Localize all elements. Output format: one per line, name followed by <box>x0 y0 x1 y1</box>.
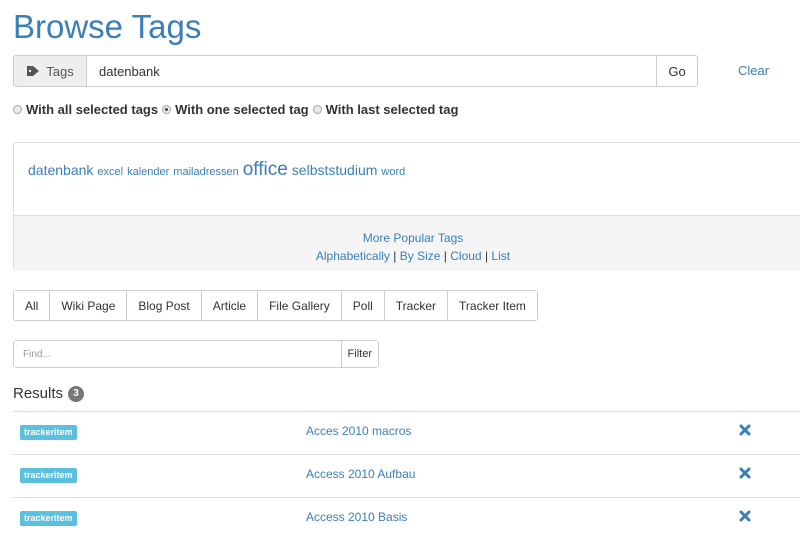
tag-cloud-panel: datenbank excel kalender mailadressen office… <box>13 142 800 271</box>
object-type-label: trackeritem <box>20 511 77 526</box>
view-cloud-link[interactable]: Cloud <box>450 249 481 263</box>
table-row: trackeritem Access 2010 Aufbau <box>13 454 800 497</box>
more-popular-tags-link[interactable]: More Popular Tags <box>363 231 464 245</box>
separator: | <box>393 249 397 263</box>
separator: | <box>443 249 447 263</box>
type-all-button[interactable]: All <box>14 291 51 320</box>
type-tracker-item-button[interactable]: Tracker Item <box>448 291 537 320</box>
go-button[interactable]: Go <box>656 56 697 86</box>
table-row: trackeritem Acces 2010 macros <box>13 411 800 454</box>
match-options: With all selected tags With one selected… <box>13 102 462 117</box>
radio-button[interactable] <box>13 105 22 114</box>
find-input[interactable] <box>14 341 341 367</box>
cloud-tag-link[interactable]: excel <box>97 166 123 178</box>
tag-icon <box>27 66 40 76</box>
tags-addon-label: Tags <box>46 63 74 79</box>
separator: | <box>484 249 489 263</box>
remove-icon[interactable] <box>739 424 751 436</box>
radio-with-one[interactable]: With one selected tag <box>162 102 309 117</box>
radio-label: With all selected tags <box>26 102 159 117</box>
radio-button[interactable] <box>312 105 322 114</box>
cloud-tag-link[interactable]: selbststudium <box>292 162 378 178</box>
sort-alphabetically-link[interactable]: Alphabetically <box>316 249 390 263</box>
remove-icon[interactable] <box>739 467 751 479</box>
cloud-tag-link[interactable]: mailadressen <box>173 166 238 178</box>
radio-with-last[interactable]: With last selected tag <box>312 102 459 117</box>
sort-by-size-link[interactable]: By Size <box>400 249 441 263</box>
page-title: Browse Tags <box>13 8 202 45</box>
results-heading: Results 3 <box>13 385 85 402</box>
find-group: Filter <box>13 340 379 368</box>
tags-addon: Tags <box>14 56 87 86</box>
result-link[interactable]: Access 2010 Basis <box>306 510 407 524</box>
tag-cloud: datenbank excel kalender mailadressen office… <box>14 143 800 215</box>
type-wiki-page-button[interactable]: Wiki Page <box>50 291 128 320</box>
cloud-tag-link[interactable]: kalender <box>127 166 169 178</box>
clear-link[interactable]: Clear <box>738 63 769 78</box>
cloud-tag-link[interactable]: word <box>381 166 405 178</box>
result-link[interactable]: Access 2010 Aufbau <box>306 467 415 481</box>
radio-button[interactable] <box>162 105 172 114</box>
object-type-label: trackeritem <box>20 468 77 483</box>
type-poll-button[interactable]: Poll <box>341 291 385 320</box>
type-article-button[interactable]: Article <box>201 291 259 320</box>
tag-search-input[interactable] <box>87 56 656 86</box>
type-blog-post-button[interactable]: Blog Post <box>127 291 202 320</box>
results-list: trackeritem Acces 2010 macros trackerite… <box>13 411 800 540</box>
filter-button[interactable]: Filter <box>340 341 378 367</box>
object-type-filter: All Wiki Page Blog Post Article File Gal… <box>13 290 538 321</box>
radio-with-all[interactable]: With all selected tags <box>13 102 158 117</box>
tag-cloud-footer: More Popular Tags Alphabetically | By Si… <box>14 215 800 271</box>
table-row: trackeritem Access 2010 Basis <box>13 497 800 540</box>
tag-search-group: Tags Go <box>13 55 698 87</box>
view-list-link[interactable]: List <box>491 249 510 263</box>
result-link[interactable]: Acces 2010 macros <box>306 424 411 438</box>
radio-label: With one selected tag <box>175 102 309 117</box>
results-count-badge: 3 <box>68 385 85 402</box>
results-title: Results <box>13 385 64 402</box>
type-file-gallery-button[interactable]: File Gallery <box>258 291 342 320</box>
cloud-tag-link[interactable]: datenbank <box>28 162 93 178</box>
object-type-label: trackeritem <box>20 425 77 440</box>
type-tracker-button[interactable]: Tracker <box>384 291 449 320</box>
remove-icon[interactable] <box>739 510 751 522</box>
radio-label: With last selected tag <box>325 102 459 117</box>
cloud-tag-link[interactable]: office <box>243 159 288 181</box>
